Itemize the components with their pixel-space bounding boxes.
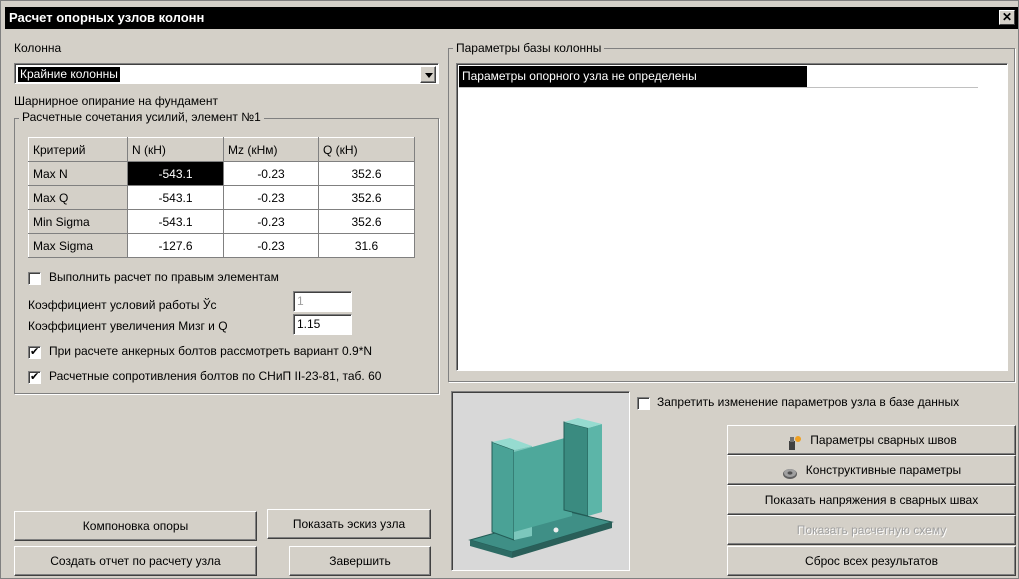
list-item[interactable]: Параметры опорного узла не определены (459, 66, 978, 88)
anchor-09n-label: При расчете анкерных болтов рассмотреть … (49, 344, 373, 358)
forces-table[interactable]: Критерий N (кН) Mz (кНм) Q (кН) Max N -5… (28, 137, 415, 258)
cell-q[interactable]: 31.6 (318, 233, 415, 258)
gamma-c-label: Коэффициент условий работы Ўс (28, 298, 217, 312)
anchor-09n-checkbox[interactable] (28, 345, 41, 359)
weld-params-label: Параметры сварных швов (810, 433, 957, 447)
reset-results-button[interactable]: Сброс всех результатов (727, 546, 1016, 576)
cell-criterion[interactable]: Max N (28, 161, 128, 186)
right-elements-checkbox[interactable] (28, 272, 41, 285)
close-icon[interactable]: ✕ (999, 10, 1015, 25)
chevron-down-icon[interactable] (420, 66, 436, 83)
design-params-button[interactable]: Конструктивные параметры (727, 455, 1016, 485)
cell-q[interactable]: 352.6 (318, 185, 415, 210)
design-params-label: Конструктивные параметры (805, 463, 962, 477)
lock-params-label: Запретить изменение параметров узла в ба… (657, 395, 960, 409)
table-row[interactable]: Max Q -543.1 -0.23 352.6 (28, 185, 415, 210)
show-scheme-button[interactable]: Показать расчетную схему (727, 515, 1016, 545)
cell-mz[interactable]: -0.23 (223, 233, 319, 258)
title-bar: Расчет опорных узлов колонн ✕ (5, 7, 1018, 29)
weld-torch-icon (786, 433, 802, 450)
bolt-resistance-label: Расчетные сопротивления болтов по СНиП I… (49, 369, 382, 383)
increase-label: Коэффициент увеличения Мизг и Q (28, 319, 228, 333)
header-criterion[interactable]: Критерий (28, 137, 128, 162)
column-label: Колонна (14, 41, 62, 55)
show-sketch-button[interactable]: Показать эскиз узла (267, 509, 431, 539)
column-base-model-image (468, 418, 614, 558)
window-title: Расчет опорных узлов колонн (9, 10, 205, 25)
cell-q[interactable]: 352.6 (318, 161, 415, 186)
weld-params-button[interactable]: Параметры сварных швов (727, 425, 1016, 455)
increase-field[interactable]: 1.15 (293, 314, 352, 335)
column-select[interactable]: Крайние колонны (14, 63, 439, 84)
cell-mz[interactable]: -0.23 (223, 209, 319, 234)
cell-n[interactable]: -543.1 (127, 209, 224, 234)
cell-q[interactable]: 352.6 (318, 209, 415, 234)
table-row[interactable]: Max Sigma -127.6 -0.23 31.6 (28, 233, 415, 258)
forces-group-title: Расчетные сочетания усилий, элемент №1 (19, 110, 264, 124)
dialog-window: Расчет опорных узлов колонн ✕ Колонна Кр… (0, 0, 1019, 579)
column-select-value: Крайние колонны (18, 67, 120, 82)
table-header-row: Критерий N (кН) Mz (кНм) Q (кН) (28, 137, 415, 162)
header-mz[interactable]: Mz (кНм) (223, 137, 319, 162)
cell-n[interactable]: -543.1 (127, 161, 224, 186)
gamma-c-field[interactable]: 1 (293, 291, 352, 312)
show-weld-stress-button[interactable]: Показать напряжения в сварных швах (727, 485, 1016, 515)
cell-criterion[interactable]: Max Q (28, 185, 128, 210)
lock-params-checkbox[interactable] (637, 397, 650, 410)
table-row[interactable]: Min Sigma -543.1 -0.23 352.6 (28, 209, 415, 234)
cell-mz[interactable]: -0.23 (223, 161, 319, 186)
cell-n[interactable]: -543.1 (127, 185, 224, 210)
node-preview (451, 391, 630, 571)
cell-n[interactable]: -127.6 (127, 233, 224, 258)
gear-icon (782, 463, 798, 479)
base-params-title: Параметры базы колонны (453, 41, 605, 55)
header-n[interactable]: N (кН) (127, 137, 224, 162)
right-elements-label: Выполнить расчет по правым элементам (49, 270, 279, 284)
list-item-label: Параметры опорного узла не определены (459, 66, 807, 87)
cell-criterion[interactable]: Min Sigma (28, 209, 128, 234)
header-q[interactable]: Q (кН) (318, 137, 415, 162)
bolt-resistance-checkbox[interactable] (28, 370, 41, 384)
finish-button[interactable]: Завершить (289, 546, 431, 576)
support-note: Шарнирное опирание на фундамент (14, 94, 218, 108)
layout-support-button[interactable]: Компоновка опоры (14, 511, 257, 541)
base-params-list[interactable]: Параметры опорного узла не определены (456, 63, 1008, 371)
table-row[interactable]: Max N -543.1 -0.23 352.6 (28, 161, 415, 186)
cell-criterion[interactable]: Max Sigma (28, 233, 128, 258)
create-report-button[interactable]: Создать отчет по расчету узла (14, 546, 257, 576)
cell-mz[interactable]: -0.23 (223, 185, 319, 210)
